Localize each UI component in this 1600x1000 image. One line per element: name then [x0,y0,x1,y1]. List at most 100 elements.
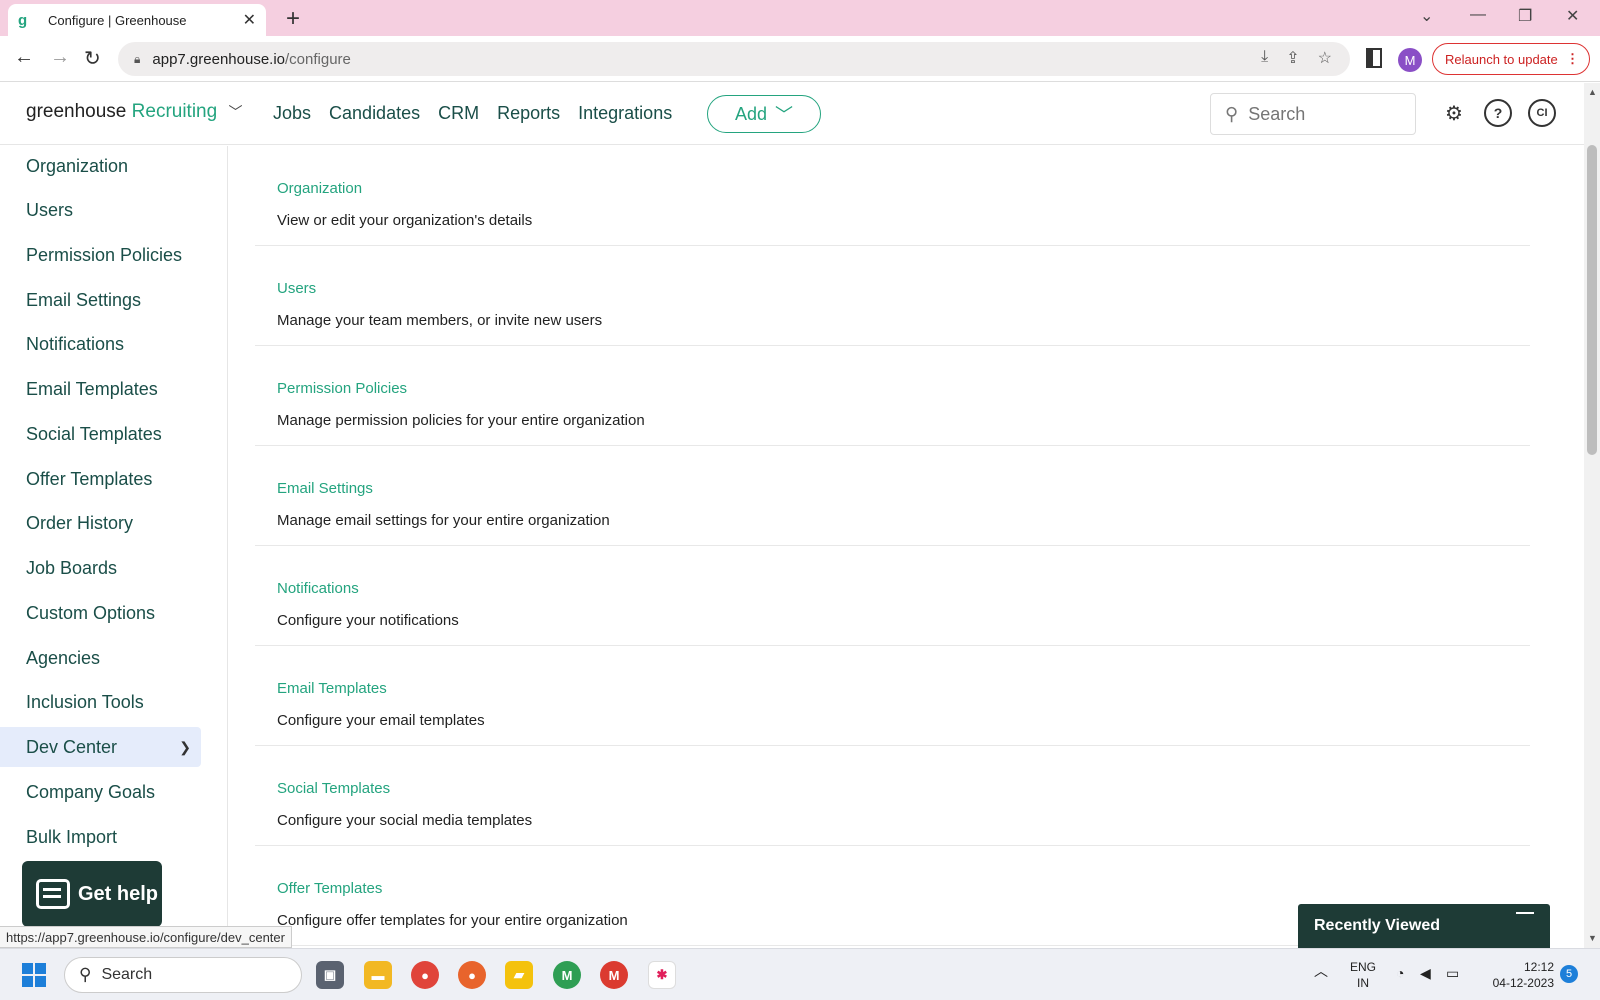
sidebar-item-users[interactable]: Users [0,190,201,230]
side-panel-icon[interactable] [1366,48,1382,68]
search-box[interactable]: ⚲ [1210,93,1416,135]
nav-candidates[interactable]: Candidates [329,103,420,124]
section-description: Configure your notifications [277,612,459,629]
bookmark-star-icon[interactable]: ☆ [1318,48,1332,68]
sidebar-item-inclusion-tools[interactable]: Inclusion Tools [0,682,201,722]
sidebar-item-dev-center[interactable]: Dev Center ❯ [0,727,201,767]
sidebar-item-label: Job Boards [26,557,118,578]
section-title-link[interactable]: Users [277,280,316,297]
clock[interactable]: 12:12 04-12-2023 [1482,959,1554,991]
minimize-panel-icon[interactable] [1516,912,1534,914]
new-tab-icon[interactable]: + [286,5,300,33]
search-input[interactable] [1248,103,1399,125]
sidebar-item-job-boards[interactable]: Job Boards [0,548,201,588]
firefox-icon[interactable]: ● [458,961,486,989]
section-description: Manage your team members, or invite new … [277,312,603,329]
greenhouse-logo[interactable]: greenhouse Recruiting ﹀ [26,101,242,123]
notification-badge[interactable]: 5 [1560,965,1578,983]
lang-line-2: IN [1357,976,1369,990]
sidebar-item-permission-policies[interactable]: Permission Policies [0,235,201,275]
scroll-down-icon[interactable]: ▼ [1588,933,1597,943]
config-section-organization: Organization View or edit your organizat… [255,146,1530,246]
sidebar-item-label: Organization [26,155,129,176]
address-bar[interactable]: 🔒︎ app7.greenhouse.io/configure ⤓ ⇪ ☆ [118,42,1350,76]
gear-icon[interactable]: ⚙ [1440,99,1468,127]
profile-badge: M [561,967,573,983]
share-icon[interactable]: ⇪ [1286,48,1299,68]
window-close-icon[interactable]: ✕ [1566,6,1579,26]
chrome-profile-icon[interactable]: M [600,961,628,989]
battery-icon[interactable]: ▭ [1446,965,1459,981]
url-host: app7.greenhouse.io [152,50,286,68]
lang-line-1: ENG [1350,960,1377,974]
tab-close-icon[interactable]: ✕ [243,10,256,30]
file-explorer-icon[interactable]: ▬ [364,961,392,989]
section-title-link[interactable]: Email Settings [277,480,373,497]
scrollbar-thumb[interactable] [1587,145,1597,455]
wifi-icon[interactable]: ◔ [1396,965,1404,981]
help-icon[interactable]: ? [1484,99,1512,127]
scroll-up-icon[interactable]: ▲ [1588,87,1597,97]
config-section-social-templates: Social Templates Configure your social m… [255,746,1530,846]
install-icon[interactable]: ⤓ [1261,48,1268,68]
nav-integrations[interactable]: Integrations [578,103,672,124]
add-button[interactable]: Add ﹀ [707,95,821,133]
sidebar-item-offer-templates[interactable]: Offer Templates [0,459,201,499]
sidebar-item-label: Agencies [26,647,101,668]
sidebar-item-notifications[interactable]: Notifications [0,324,201,364]
get-help-label: Get help [78,882,159,905]
volume-icon[interactable]: ◀ [1420,965,1431,981]
lock-icon: 🔒︎ [134,51,141,66]
chrome-icon[interactable]: ● [411,961,439,989]
sidebar-item-order-history[interactable]: Order History [0,503,201,543]
config-section-email-templates: Email Templates Configure your email tem… [255,646,1530,746]
chrome-profile-icon[interactable]: M [553,961,581,989]
forward-icon[interactable]: → [50,46,70,69]
sidebar-item-label: Social Templates [26,423,162,444]
section-title-link[interactable]: Social Templates [277,780,390,797]
sticky-notes-icon[interactable]: ▰ [505,961,533,989]
section-description: View or edit your organization's details [277,212,533,229]
section-title-link[interactable]: Notifications [277,580,359,597]
section-title-link[interactable]: Organization [277,180,362,197]
chevron-down-icon: ﹀ [228,104,243,120]
tray-chevron-icon[interactable]: ︿ [1314,963,1328,979]
reload-icon[interactable]: ↻ [84,46,101,71]
nav-reports[interactable]: Reports [497,103,560,124]
browser-tab-configure[interactable]: g Configure | Greenhouse ✕ [8,4,266,36]
language-indicator[interactable]: ENG IN [1350,959,1376,991]
sidebar-item-organization[interactable]: Organization [0,146,201,186]
get-help-button[interactable]: Get help [22,861,162,927]
recently-viewed-panel[interactable]: Recently Viewed [1298,904,1550,948]
section-title-link[interactable]: Permission Policies [277,380,407,397]
nav-jobs[interactable]: Jobs [273,103,311,124]
windows-start-icon[interactable] [22,963,46,987]
user-avatar[interactable]: CI [1528,99,1556,127]
sidebar-item-bulk-import[interactable]: Bulk Import [0,817,201,857]
search-icon: ⚲ [79,965,92,984]
sidebar-item-company-goals[interactable]: Company Goals [0,772,201,812]
section-description: Configure your social media templates [277,812,533,829]
app-header: greenhouse Recruiting ﹀ Jobs Candidates … [0,83,1584,145]
section-title-link[interactable]: Email Templates [277,680,387,697]
sidebar-item-agencies[interactable]: Agencies [0,638,201,678]
sidebar-item-email-settings[interactable]: Email Settings [0,280,201,320]
profile-avatar[interactable]: M [1398,48,1422,72]
tab-search-chevron-icon[interactable]: ⌄ [1420,6,1433,26]
relaunch-to-update-button[interactable]: Relaunch to update ⋮ [1432,43,1590,75]
chevron-right-icon: ❯ [179,738,191,755]
back-icon[interactable]: ← [14,46,34,69]
taskbar-search[interactable]: ⚲ Search [64,957,302,993]
sidebar-item-email-templates[interactable]: Email Templates [0,369,201,409]
task-view-icon[interactable]: ▣ [316,961,344,989]
sidebar-item-label: Notifications [26,333,125,354]
restore-icon[interactable]: ❐ [1518,6,1532,26]
minimize-icon[interactable]: — [1470,6,1486,24]
section-description: Configure offer templates for your entir… [277,912,628,929]
nav-crm[interactable]: CRM [438,103,479,124]
section-title-link[interactable]: Offer Templates [277,880,382,897]
page-scrollbar[interactable]: ▲ ▼ [1584,83,1600,948]
sidebar-item-custom-options[interactable]: Custom Options [0,593,201,633]
sidebar-item-social-templates[interactable]: Social Templates [0,414,201,454]
slack-icon[interactable]: ✱ [648,961,676,989]
